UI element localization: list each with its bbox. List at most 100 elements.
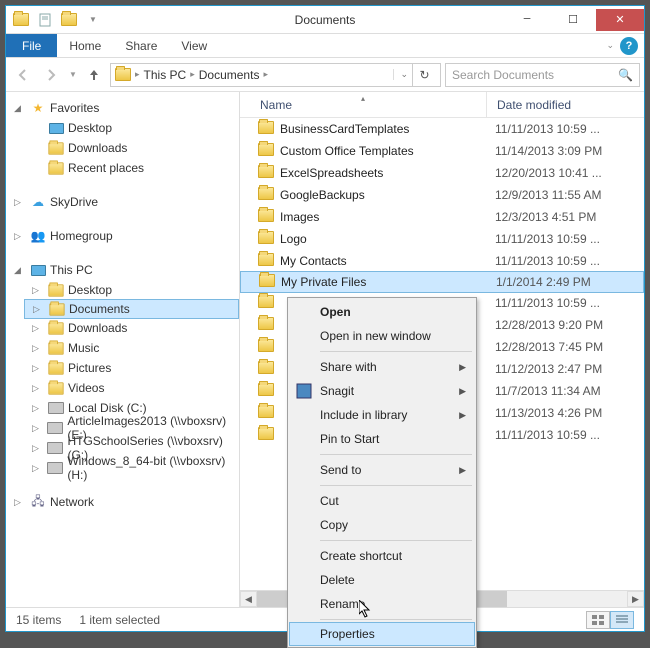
qat-properties-icon[interactable]: [34, 9, 56, 31]
dropdown-icon[interactable]: ⌄: [393, 69, 408, 80]
menu-send-to[interactable]: Send to▶: [290, 458, 474, 482]
nav-network[interactable]: ▷🖧Network: [6, 492, 239, 512]
file-row[interactable]: Custom Office Templates11/14/2013 3:09 P…: [240, 140, 644, 162]
nav-desktop[interactable]: Desktop: [24, 118, 239, 138]
menu-separator: [320, 540, 472, 541]
menu-share-with[interactable]: Share with▶: [290, 355, 474, 379]
qat-newfolder-icon[interactable]: [58, 9, 80, 31]
nav-thispc[interactable]: ◢This PC: [6, 260, 239, 280]
search-placeholder: Search Documents: [452, 68, 554, 82]
homegroup-icon: 👥: [30, 228, 46, 244]
folder-icon: [258, 295, 274, 311]
scroll-left-icon[interactable]: ◀: [240, 591, 257, 607]
nav-downloads[interactable]: Downloads: [24, 138, 239, 158]
breadcrumb[interactable]: ▸ This PC ▸ Documents ▸ ⌄ ↻: [110, 63, 441, 87]
navbar: ▼ ▸ This PC ▸ Documents ▸ ⌄ ↻ Search Doc…: [6, 58, 644, 92]
chevron-right-icon[interactable]: ▸: [190, 69, 195, 80]
menu-cut[interactable]: Cut: [290, 489, 474, 513]
search-icon: 🔍: [618, 68, 633, 82]
file-name: Custom Office Templates: [280, 144, 485, 158]
folder-app-icon: [10, 9, 32, 31]
recent-dropdown-icon[interactable]: ▼: [66, 62, 80, 88]
nav-pc-music[interactable]: ▷Music: [24, 338, 239, 358]
folder-icon: [258, 187, 274, 203]
folder-icon: [258, 317, 274, 333]
submenu-arrow-icon: ▶: [459, 386, 466, 397]
menu-pin-start[interactable]: Pin to Start: [290, 427, 474, 451]
sort-asc-icon: ▴: [361, 94, 365, 103]
nav-homegroup[interactable]: ▷👥Homegroup: [6, 226, 239, 246]
submenu-arrow-icon: ▶: [459, 410, 466, 421]
menu-separator: [320, 619, 472, 620]
view-thumbnails-button[interactable]: [586, 611, 610, 629]
file-row[interactable]: Images12/3/2013 4:51 PM: [240, 206, 644, 228]
menu-snagit[interactable]: Snagit▶: [290, 379, 474, 403]
help-icon[interactable]: ?: [620, 37, 638, 55]
file-row[interactable]: BusinessCardTemplates11/11/2013 10:59 ..…: [240, 118, 644, 140]
nav-pc-documents[interactable]: ▷Documents: [24, 299, 239, 319]
breadcrumb-documents[interactable]: Documents: [199, 68, 260, 82]
file-row[interactable]: GoogleBackups12/9/2013 11:55 AM: [240, 184, 644, 206]
file-name: GoogleBackups: [280, 188, 485, 202]
folder-icon: [258, 209, 274, 225]
file-name: My Contacts: [280, 254, 485, 268]
minimize-button[interactable]: ─: [504, 9, 550, 31]
qat-dropdown-icon[interactable]: ▼: [82, 9, 104, 31]
breadcrumb-thispc[interactable]: This PC: [144, 68, 187, 82]
nav-pc-pictures[interactable]: ▷Pictures: [24, 358, 239, 378]
close-button[interactable]: ✕: [596, 9, 644, 31]
up-button[interactable]: [82, 63, 106, 87]
file-row[interactable]: Logo11/11/2013 10:59 ...: [240, 228, 644, 250]
menu-open-new-window[interactable]: Open in new window: [290, 324, 474, 348]
file-date: 11/11/2013 10:59 ...: [485, 122, 600, 136]
column-name[interactable]: ▴Name: [240, 92, 487, 117]
file-date: 11/11/2013 10:59 ...: [485, 232, 600, 246]
view-details-button[interactable]: [610, 611, 634, 629]
file-name: ExcelSpreadsheets: [280, 166, 485, 180]
snagit-icon: [296, 383, 312, 399]
file-row[interactable]: My Contacts11/11/2013 10:59 ...: [240, 250, 644, 272]
nav-pc-videos[interactable]: ▷Videos: [24, 378, 239, 398]
tab-view[interactable]: View: [169, 34, 219, 57]
nav-pc-downloads[interactable]: ▷Downloads: [24, 318, 239, 338]
folder-icon: [48, 320, 64, 336]
menu-copy[interactable]: Copy: [290, 513, 474, 537]
tab-share[interactable]: Share: [113, 34, 169, 57]
folder-icon: [258, 405, 274, 421]
file-date: 12/28/2013 7:45 PM: [485, 340, 603, 354]
refresh-button[interactable]: ↻: [412, 64, 436, 86]
chevron-right-icon[interactable]: ▸: [135, 69, 140, 80]
menu-rename[interactable]: Rename: [290, 592, 474, 616]
file-date: 1/1/2014 2:49 PM: [486, 275, 591, 289]
nav-recent[interactable]: Recent places: [24, 158, 239, 178]
column-date[interactable]: Date modified: [487, 92, 644, 117]
nav-pc-desktop[interactable]: ▷Desktop: [24, 280, 239, 300]
file-row[interactable]: ExcelSpreadsheets12/20/2013 10:41 ...: [240, 162, 644, 184]
file-row[interactable]: My Private Files1/1/2014 2:49 PM: [240, 271, 644, 293]
file-date: 11/13/2013 4:26 PM: [485, 406, 602, 420]
forward-button[interactable]: [38, 62, 64, 88]
nav-skydrive[interactable]: ▷☁SkyDrive: [6, 192, 239, 212]
nav-favorites[interactable]: ◢★Favorites: [6, 98, 239, 118]
menu-include-library[interactable]: Include in library▶: [290, 403, 474, 427]
menu-create-shortcut[interactable]: Create shortcut: [290, 544, 474, 568]
chevron-right-icon[interactable]: ▸: [263, 69, 268, 80]
menu-open[interactable]: Open: [290, 300, 474, 324]
file-date: 11/7/2013 11:34 AM: [485, 384, 601, 398]
star-icon: ★: [30, 100, 46, 116]
nav-pc-netdrive-h[interactable]: ▷Windows_8_64-bit (\\vboxsrv) (H:): [24, 458, 239, 478]
search-input[interactable]: Search Documents 🔍: [445, 63, 640, 87]
back-button[interactable]: [10, 62, 36, 88]
scroll-right-icon[interactable]: ▶: [627, 591, 644, 607]
tab-file[interactable]: File: [6, 34, 57, 57]
menu-delete[interactable]: Delete: [290, 568, 474, 592]
maximize-button[interactable]: ☐: [550, 9, 596, 31]
submenu-arrow-icon: ▶: [459, 362, 466, 373]
desktop-icon: [48, 120, 64, 136]
column-headers: ▴Name Date modified: [240, 92, 644, 118]
explorer-window: ▼ Documents ─ ☐ ✕ File Home Share View ⌄…: [5, 5, 645, 632]
chevron-down-icon[interactable]: ⌄: [606, 40, 614, 51]
tab-home[interactable]: Home: [57, 34, 113, 57]
network-drive-icon: [47, 420, 63, 436]
menu-properties[interactable]: Properties: [289, 622, 475, 646]
